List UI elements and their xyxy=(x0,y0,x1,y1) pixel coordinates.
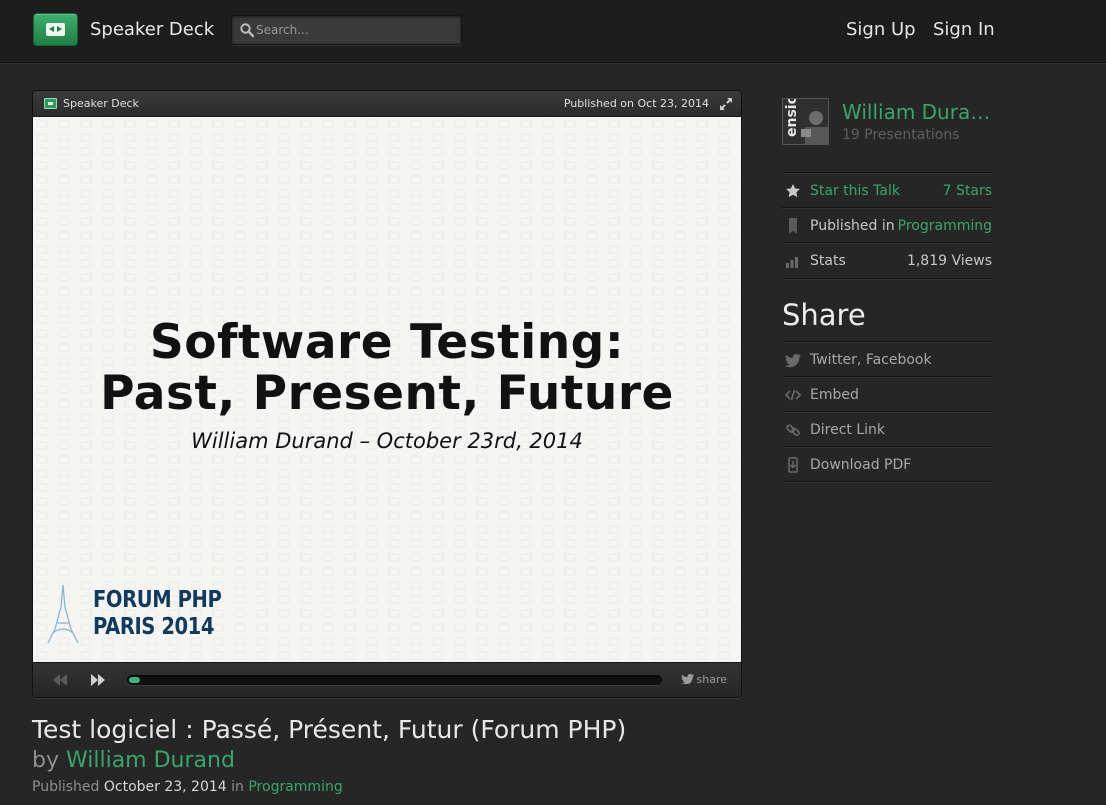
stats-label: Stats xyxy=(810,253,846,269)
top-bar: Speaker Deck Sign Up Sign In xyxy=(0,0,1106,63)
published-in-row: Published in Programming xyxy=(782,207,992,242)
player-published-date: Published on Oct 23, 2014 xyxy=(563,97,709,110)
search-box[interactable] xyxy=(231,15,462,45)
link-icon xyxy=(786,424,800,437)
share-heading: Share xyxy=(782,298,866,332)
star-talk-row[interactable]: Star this Talk 7 Stars xyxy=(782,172,992,207)
search-input[interactable] xyxy=(256,20,456,40)
forum-logo-line-2: PARIS 2014 xyxy=(93,614,215,640)
author-avatar[interactable]: ensiol xyxy=(782,98,829,145)
slide-progress-fill xyxy=(129,677,140,683)
download-pdf-label[interactable]: Download PDF xyxy=(810,457,911,473)
sidebar-divider xyxy=(782,278,992,279)
slide-progress-bar[interactable] xyxy=(127,675,662,685)
embed-icon xyxy=(785,389,801,401)
player-header: Speaker Deck Published on Oct 23, 2014 xyxy=(33,91,741,117)
next-slide-icon[interactable] xyxy=(89,673,107,687)
embed-label[interactable]: Embed xyxy=(810,387,859,403)
share-twitter-facebook[interactable]: Twitter, Facebook xyxy=(782,341,992,376)
previous-slide-icon[interactable] xyxy=(51,673,69,687)
share-embed[interactable]: Embed xyxy=(782,376,992,411)
published-prefix: Published xyxy=(32,779,100,795)
category-link[interactable]: Programming xyxy=(248,779,342,795)
talk-author-link[interactable]: William Durand xyxy=(66,748,235,773)
slide-view[interactable]: Software Testing: Past, Present, Future … xyxy=(33,117,741,662)
share-download-pdf[interactable]: Download PDF xyxy=(782,446,992,481)
stats-icon xyxy=(786,257,798,268)
twitter-icon xyxy=(680,674,694,684)
stats-row: Stats 1,819 Views xyxy=(782,242,992,277)
star-icon xyxy=(786,184,800,198)
author-presentation-count: 19 Presentations xyxy=(842,127,960,143)
author-name-link[interactable]: William Dura… xyxy=(842,100,990,124)
published-date: October 23, 2014 xyxy=(103,779,227,795)
svg-text:ensiol: ensiol xyxy=(784,99,800,137)
sign-up-link[interactable]: Sign Up xyxy=(846,19,916,40)
talk-author-line: by William Durand xyxy=(32,748,235,773)
in-label: in xyxy=(231,779,244,795)
bookmark-icon xyxy=(789,218,797,234)
forum-logo-line-1: FORUM PHP xyxy=(93,587,222,613)
talk-title: Test logiciel : Passé, Présent, Futur (F… xyxy=(32,715,627,744)
player-controls: share xyxy=(33,662,741,697)
player-share-button[interactable]: share xyxy=(680,673,728,686)
author-photo-icon: ensiol xyxy=(783,99,828,144)
search-icon xyxy=(240,23,255,38)
published-in-label: Published in xyxy=(810,218,895,234)
fullscreen-expand-icon[interactable] xyxy=(719,97,733,111)
talk-published-meta: Published October 23, 2014 in Programmin… xyxy=(32,779,343,795)
twitter-facebook-label[interactable]: Twitter, Facebook xyxy=(810,352,932,368)
star-talk-label[interactable]: Star this Talk xyxy=(810,183,900,199)
speaker-deck-mini-logo-icon[interactable] xyxy=(44,98,57,109)
player-share-label: share xyxy=(696,673,728,686)
slide-title: Software Testing: Past, Present, Future xyxy=(33,317,741,419)
sidebar-divider-bottom xyxy=(782,481,992,482)
speaker-deck-logo-icon[interactable] xyxy=(33,13,78,46)
forum-php-logo: FORUM PHP PARIS 2014 xyxy=(93,587,222,641)
talk-by-prefix: by xyxy=(32,748,59,773)
slide-subtitle: William Durand – October 23rd, 2014 xyxy=(191,429,583,453)
star-count: 7 Stars xyxy=(942,183,992,199)
published-in-category-link[interactable]: Programming xyxy=(898,218,992,234)
brand-name[interactable]: Speaker Deck xyxy=(90,19,214,40)
download-icon xyxy=(788,457,798,473)
sign-in-link[interactable]: Sign In xyxy=(933,19,995,40)
direct-link-label[interactable]: Direct Link xyxy=(810,422,885,438)
share-direct-link[interactable]: Direct Link xyxy=(782,411,992,446)
eiffel-tower-icon xyxy=(47,584,79,644)
twitter-icon xyxy=(785,354,801,368)
views-count: 1,819 Views xyxy=(906,253,992,269)
slide-player: Speaker Deck Published on Oct 23, 2014 S… xyxy=(32,90,742,698)
player-brand[interactable]: Speaker Deck xyxy=(63,97,139,110)
slide-title-line-2: Past, Present, Future xyxy=(100,366,674,421)
slide-title-line-1: Software Testing: xyxy=(149,315,625,370)
